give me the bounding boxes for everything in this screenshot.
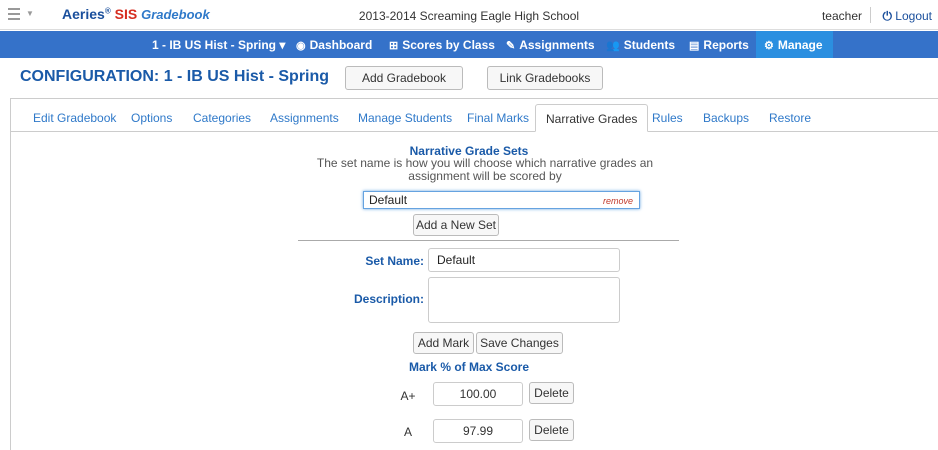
mark-label: A+ [400,389,416,403]
remove-set-link[interactable]: remove [603,194,633,208]
brand-logo[interactable]: Aeries® SIS Gradebook [62,6,210,22]
mark-score-input[interactable]: 100.00 [433,382,523,406]
config-tabs: Edit Gradebook Options Categories Assign… [10,104,938,132]
main-navbar: 1 - IB US Hist - Spring ▾ ◉ Dashboard ⊞ Sc… [0,31,938,58]
nav-assignments[interactable]: ✎ Assignments [506,38,595,52]
nav-manage[interactable]: ⚙ Manage [756,31,833,58]
hamburger-menu-icon[interactable] [8,8,22,20]
set-list-item[interactable]: Default remove [363,191,640,209]
tab-rules[interactable]: Rules [652,111,683,125]
tab-options[interactable]: Options [131,111,172,125]
gear-icon: ⚙ [764,40,774,52]
edit-icon: ✎ [506,40,516,52]
top-header: ▼ Aeries® SIS Gradebook 2013-2014 Scream… [0,0,938,30]
narrative-sets-description: The set name is how you will choose whic… [316,156,654,183]
add-gradebook-button[interactable]: Add Gradebook [345,66,463,90]
page-title: CONFIGURATION: 1 - IB US Hist - Spring [20,68,330,85]
nav-scores-by-class[interactable]: ⊞ Scores by Class [389,38,495,52]
tab-categories[interactable]: Categories [193,111,251,125]
add-mark-button[interactable]: Add Mark [413,332,474,354]
nav-students[interactable]: 👥 Students [606,38,675,52]
file-icon: ▤ [689,40,700,52]
description-input[interactable] [428,277,620,323]
tab-backups[interactable]: Backups [703,111,749,125]
nav-reports[interactable]: ▤ Reports [689,38,749,52]
gradebook-selector[interactable]: 1 - IB US Hist - Spring ▾ [152,38,285,52]
username: teacher [821,9,862,23]
marks-header: Mark % of Max Score [408,360,530,374]
caret-down-icon: ▾ [279,38,286,52]
grid-icon: ⊞ [389,40,399,52]
save-changes-button[interactable]: Save Changes [476,332,563,354]
caret-down-icon[interactable]: ▼ [26,9,34,18]
users-icon: 👥 [606,40,620,52]
tab-narrative-grades[interactable]: Narrative Grades [535,104,649,132]
tab-edit-gradebook[interactable]: Edit Gradebook [33,111,116,125]
section-divider [298,240,679,241]
tab-manage-students[interactable]: Manage Students [358,111,452,125]
link-gradebooks-button[interactable]: Link Gradebooks [487,66,603,90]
set-name-input[interactable]: Default [428,248,620,272]
add-new-set-button[interactable]: Add a New Set [413,214,499,236]
logout-link[interactable]: ⏻ Logout [882,9,932,24]
set-name-label: Set Name: [365,254,424,268]
tab-restore[interactable]: Restore [769,111,811,125]
power-icon: ⏻ [882,9,892,23]
delete-mark-button[interactable]: Delete [529,419,574,441]
header-divider [870,7,871,23]
mark-score-input[interactable]: 97.99 [433,419,523,443]
tab-final-marks[interactable]: Final Marks [467,111,529,125]
mark-label: A [403,425,412,439]
delete-mark-button[interactable]: Delete [529,382,574,404]
dashboard-icon: ◉ [296,40,306,52]
nav-dashboard[interactable]: ◉ Dashboard [296,38,372,52]
tab-assignments[interactable]: Assignments [270,111,339,125]
description-label: Description: [353,292,424,306]
